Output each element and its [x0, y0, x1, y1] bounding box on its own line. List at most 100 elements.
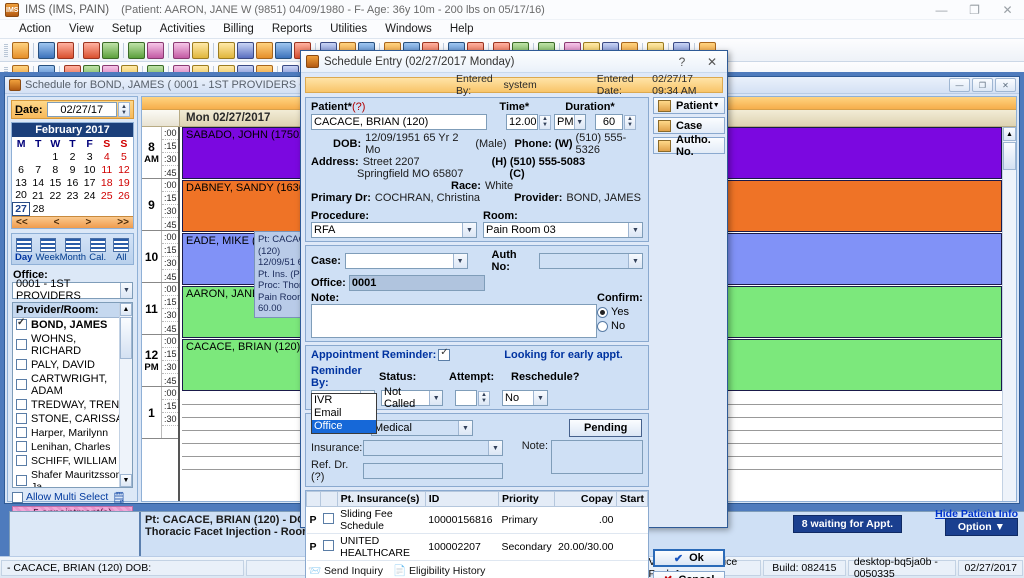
view-tab-cal[interactable]: Cal.	[86, 237, 109, 264]
quarter-hour-label[interactable]: :00	[162, 335, 178, 348]
calendar-day[interactable]: 16	[64, 176, 81, 189]
reminder-by-dropdown-list[interactable]: IVR Email Office	[311, 393, 377, 434]
provider-list-scrollbar[interactable]: ▲ ▼	[119, 302, 132, 487]
provider-list-item[interactable]: PALY, DAVID	[13, 358, 132, 372]
provider-list-item[interactable]: SCHIFF, WILLIAM	[13, 454, 132, 468]
calendar-day[interactable]: 3	[81, 150, 98, 163]
dialog-help-icon[interactable]: ?	[667, 51, 697, 73]
date-input[interactable]: 02/27/17	[46, 102, 117, 117]
close-icon[interactable]: ✕	[991, 0, 1024, 20]
quarter-hour-label[interactable]: :15	[162, 244, 178, 257]
view-tab-day[interactable]: Day	[12, 237, 35, 264]
insurance-column-header[interactable]: Copay	[554, 491, 618, 507]
mdi-minimize-icon[interactable]: —	[949, 78, 970, 92]
insurance-column-header[interactable]	[306, 491, 321, 507]
status-select[interactable]: Not Called ▼	[381, 386, 443, 410]
case-select[interactable]: ▼	[344, 253, 468, 269]
view-tab-all[interactable]: All	[110, 237, 133, 264]
eligibility-history-link[interactable]: 📄 Eligibility History	[393, 564, 485, 577]
send-inquiry-link[interactable]: 📨 Send Inquiry	[308, 564, 383, 577]
room-select[interactable]: Pain Room 03 ▼	[483, 222, 643, 238]
quarter-hour-label[interactable]: :45	[162, 218, 178, 231]
quarter-hour-label[interactable]: :30	[162, 153, 178, 166]
quarter-hour-label[interactable]: :00	[162, 231, 178, 244]
duration-spinner[interactable]: ▲ ▼	[624, 114, 636, 130]
provider-list-item[interactable]: WOHNS, RICHARD	[13, 332, 132, 358]
menu-item-setup[interactable]: Setup	[103, 21, 151, 37]
provider-list-item[interactable]: STONE, CARISSA	[13, 412, 132, 426]
toolbar-grip[interactable]	[4, 42, 8, 58]
quarter-hour-label[interactable]: :45	[162, 322, 178, 335]
scroll-down-icon[interactable]: ▼	[120, 473, 132, 487]
side-button-autho-no[interactable]: Autho. No.	[653, 134, 725, 158]
toolbar-icon[interactable]	[102, 41, 119, 59]
attempt-input[interactable]	[455, 390, 477, 406]
office-select[interactable]: 0001 - 1ST PROVIDERS ▼	[12, 278, 133, 302]
toolbar-icon[interactable]	[38, 41, 55, 59]
menu-item-view[interactable]: View	[60, 21, 103, 37]
provider-checkbox[interactable]	[16, 359, 27, 370]
duration-input[interactable]: 60	[595, 114, 623, 130]
toolbar-icon[interactable]	[128, 41, 145, 59]
provider-checkbox[interactable]	[16, 339, 27, 350]
menu-item-utilities[interactable]: Utilities	[321, 21, 376, 37]
calendar-day[interactable]: 7	[30, 163, 47, 176]
quarter-hour-label[interactable]: :00	[162, 387, 178, 400]
toolbar-icon[interactable]	[12, 41, 29, 59]
table-row[interactable]: P UNITED HEALTHCARE 100002207 Secondary 20.0…	[306, 533, 648, 561]
quarter-hour-label[interactable]: :00	[162, 179, 178, 192]
calendar-day[interactable]: 18	[98, 176, 115, 189]
provider-checkbox[interactable]	[16, 317, 27, 330]
patient-help-icon[interactable]: (?)	[352, 101, 365, 113]
calendar-day[interactable]: 21	[30, 189, 47, 202]
view-tab-week[interactable]: Week	[35, 237, 60, 264]
menu-item-activities[interactable]: Activities	[151, 21, 214, 37]
maximize-icon[interactable]: ❐	[958, 0, 991, 20]
reminder-by-option[interactable]: Email	[312, 407, 376, 420]
confirm-no-option[interactable]: No	[597, 320, 643, 332]
waiting-for-appt-button[interactable]: 8 waiting for Appt.	[792, 515, 902, 533]
calendar-day[interactable]: 6	[13, 163, 30, 176]
appointment-type-select[interactable]: Medical ▼	[371, 420, 473, 436]
mdi-close-icon[interactable]: ✕	[995, 78, 1016, 92]
pending-button[interactable]: Pending	[569, 419, 643, 437]
quarter-hour-label[interactable]: :45	[162, 374, 178, 387]
calendar-day[interactable]: 14	[30, 176, 47, 189]
grid-scroll-up-icon[interactable]: ▲	[1003, 127, 1016, 141]
provider-list-item[interactable]: TREDWAY, TRENT	[13, 398, 132, 412]
calendar-day[interactable]: 20	[13, 189, 30, 202]
calendar-day[interactable]: 8	[47, 163, 64, 176]
calendar-day[interactable]: 5	[115, 150, 132, 163]
insurance-column-header[interactable]	[319, 491, 338, 507]
reminder-by-option[interactable]: Office	[312, 420, 376, 433]
calendar-day[interactable]: 9	[64, 163, 81, 176]
provider-checkbox[interactable]	[16, 379, 27, 390]
insurance-column-header[interactable]: Priority	[497, 491, 556, 507]
minimize-icon[interactable]: —	[925, 0, 958, 20]
quarter-hour-label[interactable]: :30	[162, 257, 178, 270]
dialog-close-icon[interactable]: ✕	[697, 51, 727, 73]
table-row[interactable]: P Sliding Fee Schedule 10000156816 Primary.…	[306, 506, 648, 534]
scroll-up-icon[interactable]: ▲	[120, 302, 132, 316]
side-button-case[interactable]: Case	[653, 117, 725, 134]
calendar-day[interactable]: 25	[98, 189, 115, 202]
calendar-day[interactable]: 13	[13, 176, 30, 189]
calendar-day[interactable]: 24	[81, 189, 98, 202]
provider-checkbox[interactable]	[16, 455, 27, 466]
provider-list-item[interactable]: Shafer Mauritzsson, Ja	[13, 468, 132, 487]
calendar-day[interactable]: 10	[81, 163, 98, 176]
auth-no-select[interactable]: ▼	[539, 253, 643, 269]
calendar-prev-month[interactable]: <	[54, 217, 60, 228]
quarter-hour-label[interactable]: :15	[162, 140, 178, 153]
meridiem-select[interactable]: PM ▼	[554, 114, 586, 130]
option-button[interactable]: Option ▼	[944, 518, 1018, 536]
insurance-row-checkbox[interactable]	[323, 513, 334, 524]
procedure-select[interactable]: RFA ▼	[311, 222, 477, 238]
date-spinner[interactable]: ▲ ▼	[118, 102, 130, 117]
ref-dr-label[interactable]: Ref. Dr. (?)	[311, 459, 363, 483]
time-spinner[interactable]: ▲ ▼	[539, 114, 551, 130]
grid-scrollbar[interactable]: ▲	[1002, 127, 1016, 501]
quarter-hour-label[interactable]: :00	[162, 283, 178, 296]
insurance-column-header[interactable]: Pt. Insurance(s)	[336, 491, 426, 507]
toolbar-icon[interactable]	[218, 41, 235, 59]
